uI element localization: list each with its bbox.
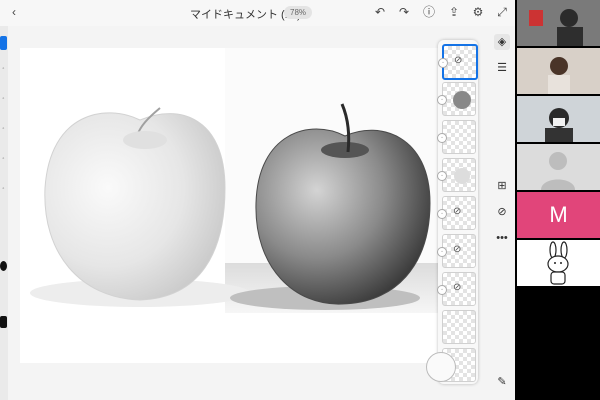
layer-thumbnail[interactable]: ◦ ⊘ (437, 272, 476, 306)
layer-thumbnail[interactable]: ◦ (437, 120, 476, 154)
layer-visibility-icon[interactable]: ◦ (437, 133, 447, 143)
layer-thumbnail[interactable]: ◦ (437, 158, 476, 192)
help-icon[interactable]: ⓘ (421, 4, 437, 20)
zoom-level[interactable]: 78% (284, 6, 313, 19)
layer-thumbnail[interactable]: ◦ ⊘ (437, 234, 476, 268)
layer-thumbnail[interactable]: ◦ (437, 82, 476, 116)
layer-thumbnail[interactable] (442, 310, 476, 344)
select-tool-icon[interactable]: ◦ (0, 126, 7, 132)
fullscreen-icon[interactable]: ⤢ (494, 4, 510, 20)
video-participant-tile[interactable] (517, 144, 600, 190)
hidden-eye-icon: ⊘ (453, 244, 462, 255)
participant-video (517, 96, 600, 142)
rabbit-avatar-icon (547, 241, 569, 285)
layer-visibility-icon[interactable]: ◦ (437, 285, 447, 295)
redo-icon[interactable]: ↷ (396, 4, 412, 20)
layer-preview (453, 91, 471, 109)
color-swatch[interactable] (0, 261, 7, 271)
top-toolbar: ‹ マイドキュメント (19) 78% ↶ ↷ ⓘ ⇪ ⚙ ⤢ (0, 0, 515, 26)
layer-visibility-icon[interactable]: ◦ (437, 209, 447, 219)
settings-gear-icon[interactable]: ⚙ (470, 4, 486, 20)
participant-video (517, 0, 600, 46)
drawing-canvas[interactable] (20, 48, 450, 363)
participant-video (517, 48, 600, 94)
add-layer-icon[interactable]: ⊞ (494, 178, 510, 194)
adjustments-icon[interactable]: ☰ (494, 60, 510, 76)
eraser-tool-icon[interactable]: ◦ (0, 66, 7, 72)
fill-tool-icon[interactable]: ◦ (0, 96, 7, 102)
right-toolbar: ◈ ☰ ⊞ ⊘ ••• ✎ (490, 26, 515, 400)
transform-tool-icon[interactable]: ◦ (0, 156, 7, 162)
video-participant-tile[interactable] (517, 48, 600, 94)
hidden-eye-icon: ⊘ (454, 55, 463, 66)
brush-tool-icon[interactable] (0, 36, 7, 50)
undo-icon[interactable]: ↶ (372, 4, 388, 20)
drawing-app: ‹ マイドキュメント (19) 78% ↶ ↷ ⓘ ⇪ ⚙ ⤢ ◦ ◦ ◦ ◦ … (0, 0, 515, 400)
video-participant-tile[interactable] (517, 96, 600, 142)
layer-preview (454, 168, 470, 184)
layer-thumbnail[interactable]: ◦ ⊘ (438, 44, 478, 80)
layer-visibility-icon[interactable]: ◦ (437, 247, 447, 257)
video-participant-tile[interactable]: M (517, 192, 600, 238)
brush-size-icon[interactable] (0, 316, 7, 328)
eyedropper-tool-icon[interactable]: ◦ (0, 186, 7, 192)
layer-visibility-icon[interactable]: ◦ (437, 95, 447, 105)
layer-visibility-icon[interactable]: ◦ (437, 171, 447, 181)
layer-opacity-dial[interactable] (426, 352, 456, 382)
more-options-icon[interactable]: ••• (494, 230, 510, 246)
share-icon[interactable]: ⇪ (446, 4, 462, 20)
apple-sketch-artwork (30, 48, 450, 313)
hidden-eye-icon: ⊘ (453, 282, 462, 293)
video-participant-tile[interactable] (517, 240, 600, 286)
video-participant-tile[interactable] (517, 0, 600, 46)
layers-panel: ◦ ⊘ ◦ ◦ ◦ ◦ ⊘ ◦ ⊘ ◦ ⊘ (426, 40, 478, 384)
avatar-placeholder-icon (541, 152, 575, 190)
layer-thumbnail[interactable]: ◦ ⊘ (437, 196, 476, 230)
pencil-icon[interactable]: ✎ (494, 374, 510, 390)
hidden-eye-icon: ⊘ (453, 206, 462, 217)
participant-initial-avatar: M (549, 202, 568, 227)
hide-layer-icon[interactable]: ⊘ (494, 204, 510, 220)
back-icon[interactable]: ‹ (6, 4, 22, 20)
layers-icon[interactable]: ◈ (494, 34, 510, 50)
left-toolbar: ◦ ◦ ◦ ◦ ◦ (0, 26, 8, 400)
layer-visibility-icon[interactable]: ◦ (438, 58, 448, 68)
